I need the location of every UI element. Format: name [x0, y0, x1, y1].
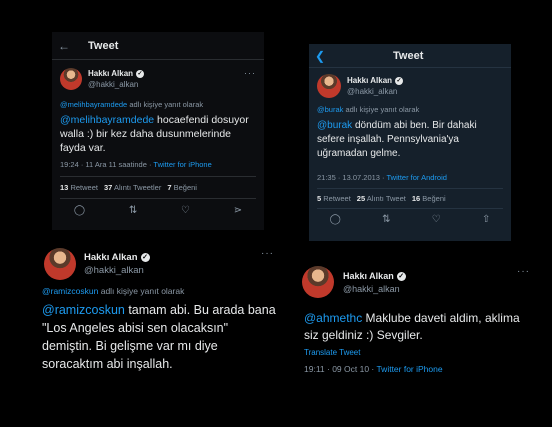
tweet-timestamp: 19:11 · 09 Oct 10 · Twitter for iPhone — [298, 364, 532, 374]
author-name[interactable]: Hakkı Alkan — [347, 75, 392, 86]
share-icon[interactable]: ⋗ — [234, 205, 242, 216]
author-handle[interactable]: @hakki_alkan — [88, 79, 144, 90]
verified-badge-icon: ✓ — [140, 253, 150, 262]
verified-badge-icon: ✓ — [395, 76, 404, 85]
tweet-author: Hakkı Alkan ✓ @hakki_alkan — [317, 74, 503, 98]
tweet-mention-link[interactable]: @melihbayramdede — [60, 114, 154, 126]
tweet-mention-link[interactable]: @burak — [317, 120, 352, 131]
more-options-icon[interactable]: ··· — [261, 248, 274, 259]
translate-tweet-link[interactable]: Translate Tweet — [298, 348, 532, 357]
author-name[interactable]: Hakkı Alkan — [343, 270, 394, 283]
back-arrow-icon[interactable]: ❮ — [315, 49, 333, 63]
time-text[interactable]: 19:11 · 09 Oct 10 · — [304, 364, 376, 374]
author-handle[interactable]: @hakki_alkan — [84, 264, 150, 277]
reply-mention-link[interactable]: @melihbayramdede — [60, 100, 127, 109]
tweet-mention-link[interactable]: @ramizcoskun — [42, 303, 125, 317]
source-link[interactable]: Twitter for iPhone — [153, 160, 211, 169]
tweet-header: ❮ Tweet — [309, 44, 511, 68]
tweet-panel-2: ❮ Tweet Hakkı Alkan ✓ @hakki_alkan @bura… — [309, 44, 511, 241]
tweet-author: Hakkı Alkan ✓ @hakki_alkan ··· — [298, 266, 532, 298]
reply-mention-link[interactable]: @ramizcoskun — [42, 286, 98, 296]
quote-count[interactable]: 25 Alıntı Tweet — [357, 194, 406, 203]
tweet-text: @burak döndüm abi ben. Bir dahaki sefere… — [317, 119, 503, 161]
tweet-panel-1: ← Tweet Hakkı Alkan ✓ @hakki_alkan ··· @… — [52, 32, 264, 230]
time-text[interactable]: 21:35 · 13.07.2013 · — [317, 173, 387, 182]
avatar[interactable] — [60, 68, 82, 90]
header-title: Tweet — [88, 39, 119, 52]
verified-badge-icon: ✓ — [136, 69, 145, 78]
reply-context: @burak adlı kişiye yanıt olarak — [317, 105, 503, 114]
verified-badge-icon: ✓ — [396, 272, 406, 281]
reply-context-text: adlı kişiye yanıt olarak — [100, 286, 185, 296]
avatar[interactable] — [44, 248, 76, 280]
reply-icon[interactable]: ◯ — [74, 205, 85, 216]
tweet-author: Hakkı Alkan ✓ @hakki_alkan ··· — [40, 248, 280, 280]
more-options-icon[interactable]: ··· — [244, 68, 256, 78]
like-count[interactable]: 16 Beğeni — [412, 194, 446, 203]
reply-icon[interactable]: ◯ — [330, 214, 341, 225]
tweet-author: Hakkı Alkan ✓ @hakki_alkan ··· — [60, 68, 256, 90]
header-title: Tweet — [393, 49, 424, 62]
back-arrow-icon[interactable]: ← — [58, 39, 76, 53]
author-handle[interactable]: @hakki_alkan — [347, 86, 403, 97]
source-link[interactable]: Twitter for Android — [387, 173, 447, 182]
author-name[interactable]: Hakkı Alkan — [88, 68, 133, 79]
reply-mention-link[interactable]: @burak — [317, 105, 343, 114]
like-icon[interactable]: ♡ — [432, 214, 441, 225]
more-options-icon[interactable]: ··· — [517, 266, 530, 277]
reply-context: @melihbayramdede adlı kişiye yanıt olara… — [60, 100, 256, 109]
tweet-stats: 13 Retweet 37 Alıntı Tweetler 7 Beğeni — [52, 177, 264, 198]
tweet-actions: ◯ ⇅ ♡ ⋗ — [52, 199, 264, 222]
tweet-header: ← Tweet — [52, 32, 264, 60]
reply-context-text: adlı kişiye yanıt olarak — [345, 105, 420, 114]
author-name[interactable]: Hakkı Alkan — [84, 251, 138, 264]
reply-context-text: adlı kişiye yanıt olarak — [129, 100, 204, 109]
quote-count[interactable]: 37 Alıntı Tweetler — [104, 183, 161, 192]
avatar[interactable] — [317, 74, 341, 98]
tweet-text: @ramizcoskun tamam abi. Bu arada bana "L… — [40, 301, 280, 373]
time-text[interactable]: 19:24 · 11 Ara 11 saatinde · — [60, 160, 153, 169]
like-icon[interactable]: ♡ — [181, 205, 190, 216]
tweet-actions: ◯ ⇅ ♡ ⇧ — [309, 209, 511, 230]
like-count[interactable]: 7 Beğeni — [167, 183, 197, 192]
tweet-stats: 5 Retweet 25 Alıntı Tweet 16 Beğeni — [309, 189, 511, 208]
tweet-text: @ahmethc Maklube daveti aldim, aklima si… — [298, 310, 532, 344]
tweet-timestamp: 19:24 · 11 Ara 11 saatinde · Twitter for… — [60, 160, 256, 169]
tweet-text: @melihbayramdede hocaefendi dosuyor wall… — [60, 113, 256, 155]
retweet-count[interactable]: 13 Retweet — [60, 183, 98, 192]
source-link[interactable]: Twitter for iPhone — [376, 364, 442, 374]
tweet-timestamp: 21:35 · 13.07.2013 · Twitter for Android — [317, 173, 503, 182]
retweet-icon[interactable]: ⇅ — [129, 205, 137, 216]
retweet-count[interactable]: 5 Retweet — [317, 194, 351, 203]
author-handle[interactable]: @hakki_alkan — [343, 283, 406, 296]
tweet-panel-4: Hakkı Alkan ✓ @hakki_alkan ··· @ahmethc … — [298, 266, 532, 386]
tweet-panel-3: Hakkı Alkan ✓ @hakki_alkan ··· @ramizcos… — [40, 248, 280, 398]
share-icon[interactable]: ⇧ — [482, 214, 490, 225]
reply-context: @ramizcoskun adlı kişiye yanıt olarak — [40, 286, 280, 296]
avatar[interactable] — [302, 266, 334, 298]
retweet-icon[interactable]: ⇅ — [382, 214, 390, 225]
tweet-mention-link[interactable]: @ahmethc — [304, 311, 362, 325]
